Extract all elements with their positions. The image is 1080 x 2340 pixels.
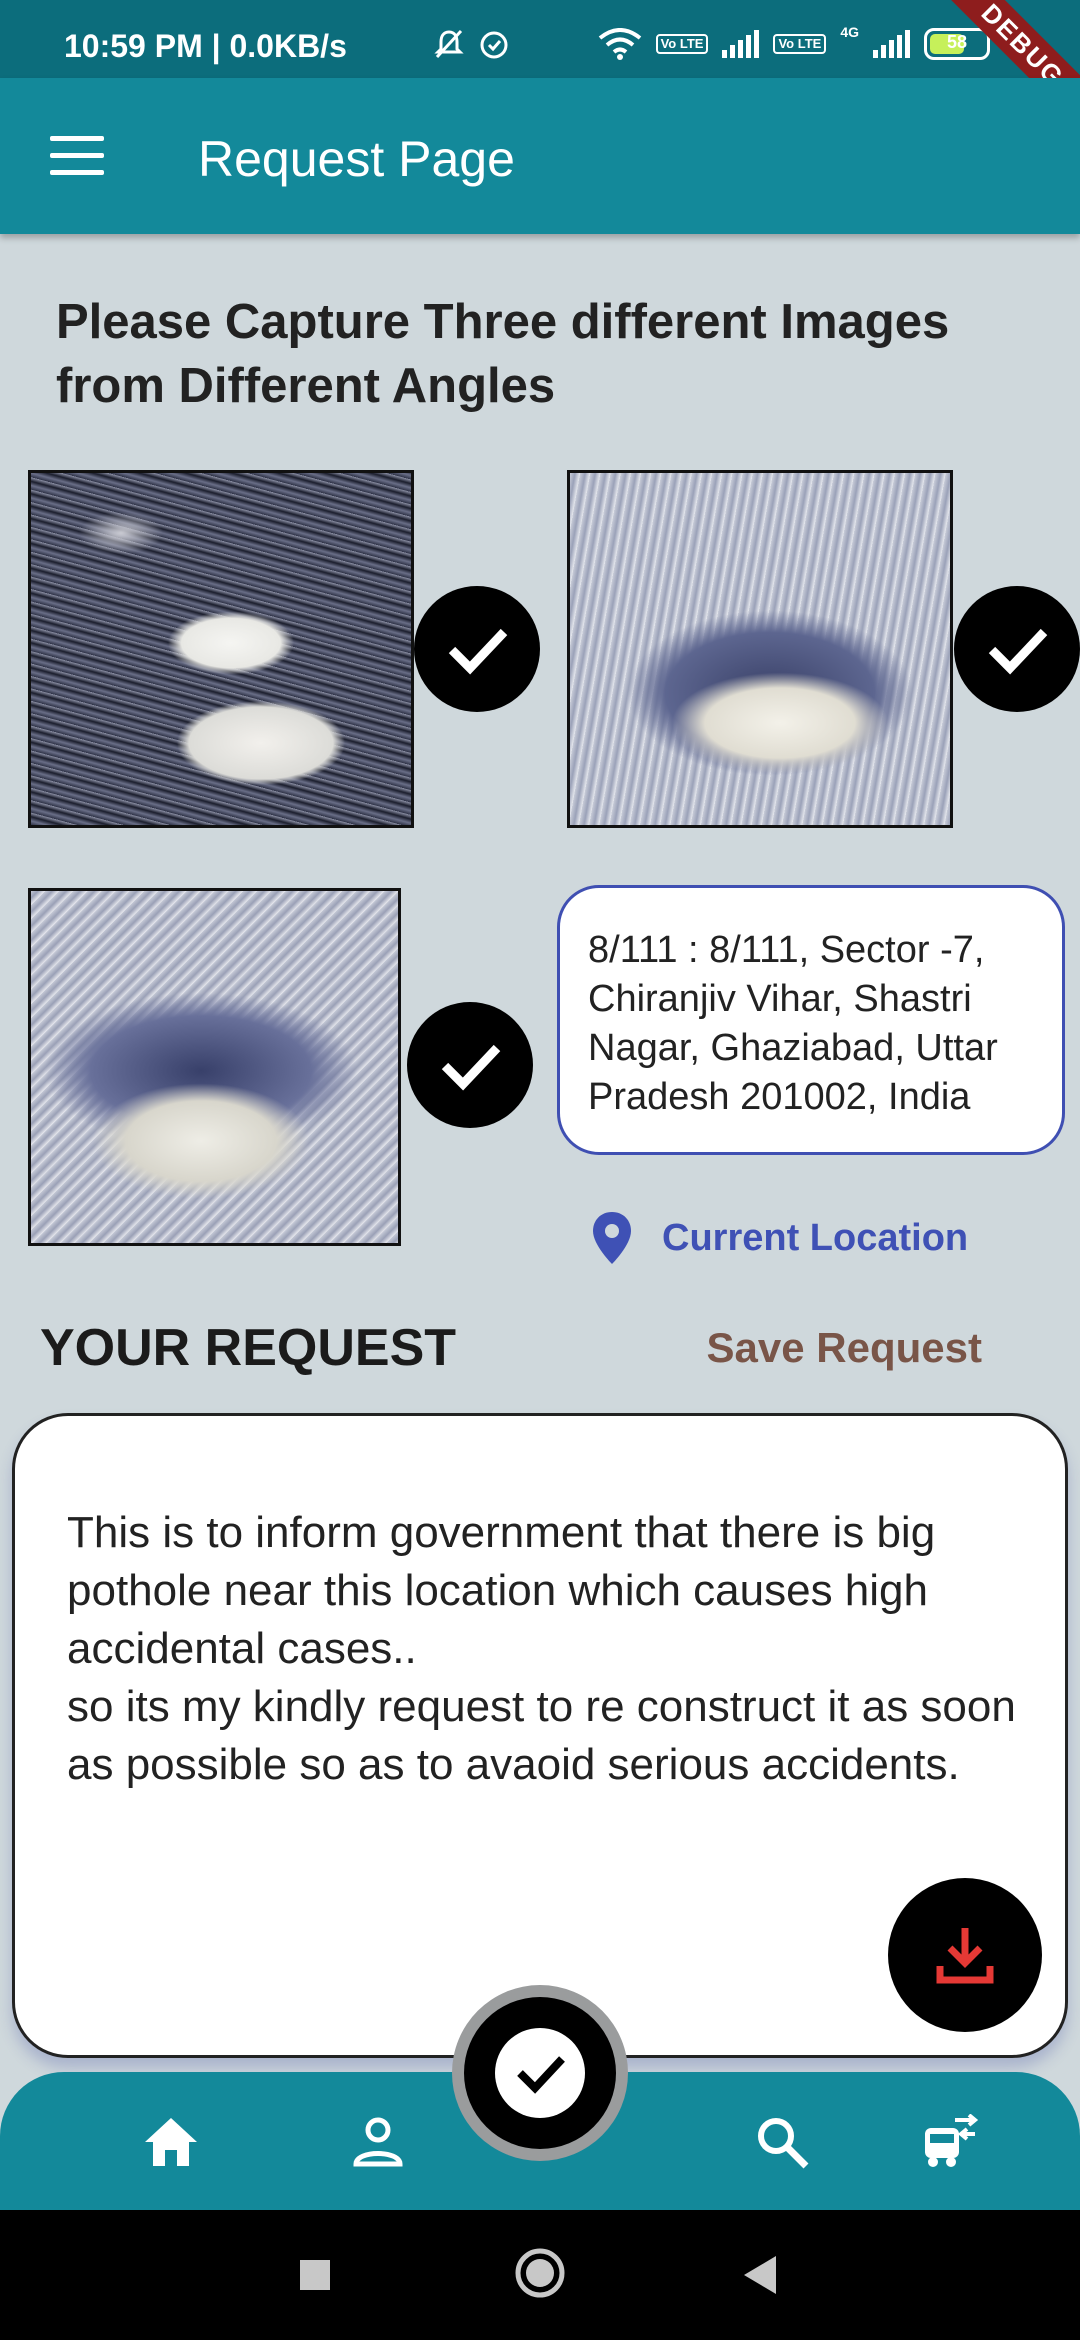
download-icon	[936, 1928, 994, 1984]
square-icon	[300, 2260, 330, 2290]
check-icon	[448, 628, 508, 675]
person-icon	[353, 2117, 403, 2167]
signal-icon	[722, 30, 760, 58]
current-location-label: Current Location	[662, 1216, 969, 1259]
image-2-check-button[interactable]	[954, 586, 1080, 712]
current-location-button[interactable]: Current Location	[590, 1208, 968, 1268]
image-3-check-button[interactable]	[407, 1002, 533, 1128]
system-navigation-bar	[0, 2210, 1080, 2340]
location-pin-icon	[593, 1212, 631, 1264]
mute-bell-icon	[433, 29, 464, 59]
volte-badge: Vo LTE	[655, 34, 709, 54]
status-icons: Vo LTE Vo LTE 4G 58	[433, 24, 990, 64]
battery-level: 58	[946, 32, 968, 52]
page-title: Request Page	[198, 131, 515, 187]
check-icon	[988, 628, 1048, 675]
request-heading: YOUR REQUEST	[40, 1319, 457, 1377]
image-1-check-button[interactable]	[414, 586, 540, 712]
home-button[interactable]	[513, 2246, 567, 2305]
signal-icon-2	[873, 30, 910, 58]
check-icon	[517, 2056, 565, 2094]
status-time: 10:59 PM | 0.0KB/s	[64, 28, 347, 64]
captured-image-3[interactable]	[28, 888, 401, 1246]
alarm-icon	[480, 31, 508, 59]
network-type: 4G	[840, 24, 859, 40]
search-icon	[758, 2118, 809, 2169]
volte-badge-2: Vo LTE	[773, 34, 827, 54]
wifi-icon	[598, 28, 641, 60]
request-text-line-1: This is to inform government that there …	[67, 1508, 936, 1673]
nav-home[interactable]	[141, 2112, 201, 2172]
menu-icon[interactable]	[50, 136, 104, 176]
capture-instruction: Please Capture Three different Images fr…	[56, 295, 950, 413]
address-display: 8/111 : 8/111, Sector -7, Chiranjiv Viha…	[557, 885, 1065, 1155]
captured-image-2[interactable]	[567, 470, 953, 828]
transport-icon	[925, 2114, 979, 2167]
save-request-button[interactable]: Save Request	[707, 1324, 982, 1372]
submit-request-button[interactable]	[464, 1997, 616, 2149]
captured-image-1[interactable]	[28, 470, 414, 828]
back-triangle-icon	[744, 2256, 776, 2294]
recents-button[interactable]	[298, 2258, 332, 2297]
circle-icon	[515, 2248, 565, 2298]
back-button[interactable]	[742, 2254, 778, 2301]
app-bar: Request Page	[0, 78, 1080, 234]
nav-transport[interactable]	[920, 2112, 980, 2172]
nav-search[interactable]	[752, 2112, 812, 2172]
home-icon	[145, 2118, 197, 2166]
check-icon	[441, 1044, 501, 1091]
battery-icon: 58	[924, 28, 990, 60]
request-text-line-2: so its my kindly request to re construct…	[67, 1682, 1016, 1789]
nav-profile[interactable]	[348, 2112, 408, 2172]
download-button[interactable]	[888, 1878, 1042, 2032]
status-bar: 10:59 PM | 0.0KB/s Vo LTE Vo LTE 4G 58 D…	[0, 0, 1080, 140]
